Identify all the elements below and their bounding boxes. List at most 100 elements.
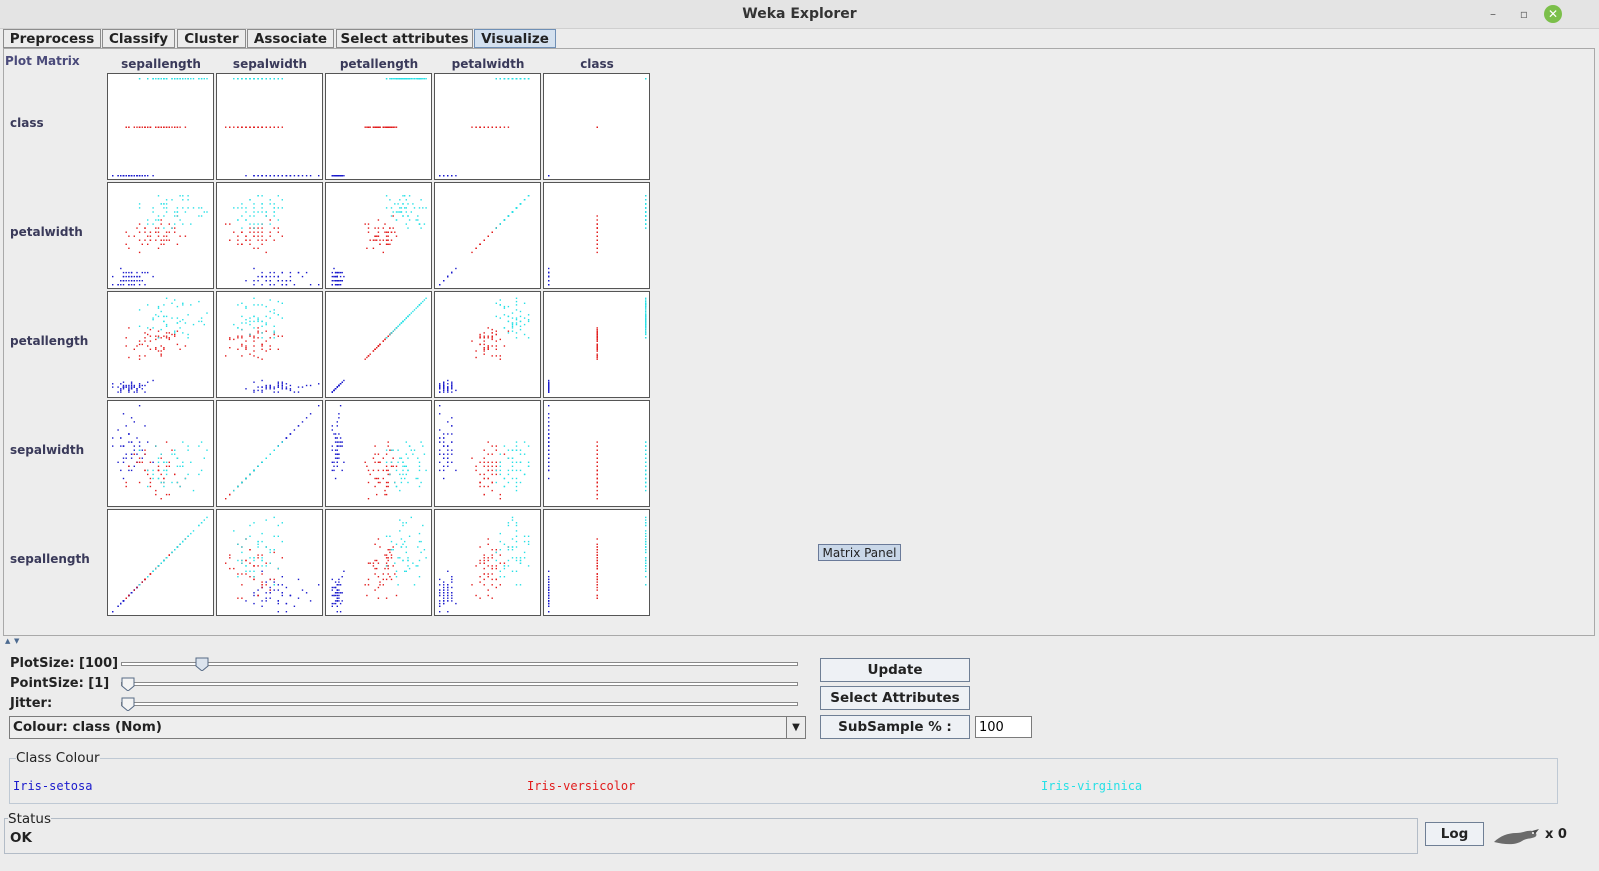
plot-point [147,304,149,306]
scatter-cell-sepalwidth-vs-petalwidth[interactable] [434,400,541,507]
plot-point [149,328,152,331]
chevron-down-icon[interactable]: ▼ [789,716,803,739]
splitter-bar[interactable] [0,637,1599,645]
scatter-cell-petallength-vs-petalwidth[interactable] [434,291,541,398]
plot-point [499,540,501,543]
plot-point [405,570,407,572]
scatter-cell-petalwidth-vs-petallength[interactable] [325,182,432,289]
close-icon[interactable]: ✕ [1544,5,1562,23]
plot-point [200,469,203,472]
scatter-cell-class-vs-sepalwidth[interactable] [216,73,323,180]
point-size-slider-thumb[interactable] [121,677,135,691]
plot-point [417,546,419,548]
scatter-cell-class-vs-class[interactable] [543,73,650,180]
scatter-cell-class-vs-petalwidth[interactable] [434,73,541,180]
log-button[interactable]: Log [1425,822,1484,846]
plot-point [405,223,407,225]
update-button[interactable]: Update [820,658,970,682]
plot-point [187,78,189,80]
plot-point [389,78,391,80]
plot-point [397,325,399,327]
jitter-slider-thumb[interactable] [121,697,135,711]
scatter-cell-petallength-vs-sepalwidth[interactable] [216,291,323,398]
plot-point [395,485,398,488]
legend-iris-virginica[interactable]: Iris-virginica [1041,779,1142,793]
tab-preprocess[interactable]: Preprocess [3,29,101,48]
plot-point [273,271,275,274]
plot-point [495,227,497,229]
plot-point [133,384,135,387]
legend-iris-setosa[interactable]: Iris-setosa [13,779,92,793]
plot-point [596,554,598,556]
plot-point [451,586,453,589]
plot-point [479,461,481,463]
plot-size-slider-thumb[interactable] [195,657,209,671]
plot-point [392,78,394,80]
splitter-down-icon[interactable]: ▼ [14,637,19,645]
point-size-slider[interactable] [121,682,798,686]
tab-associate[interactable]: Associate [247,29,334,48]
plot-point [253,335,255,337]
plot-point [249,231,251,233]
plot-point [405,317,407,319]
plot-point [423,78,426,80]
plot-size-slider[interactable] [121,662,798,666]
scatter-cell-sepallength-vs-petalwidth[interactable] [434,509,541,616]
scatter-cell-sepalwidth-vs-class[interactable] [543,400,650,507]
scatter-cell-sepallength-vs-sepallength[interactable] [107,509,214,616]
scatter-cell-petalwidth-vs-sepalwidth[interactable] [216,182,323,289]
plot-point [338,441,340,443]
plot-point [645,312,647,314]
scatter-cell-sepallength-vs-petallength[interactable] [325,509,432,616]
scatter-cell-petalwidth-vs-class[interactable] [543,182,650,289]
scatter-cell-sepalwidth-vs-sepalwidth[interactable] [216,400,323,507]
scatter-cell-petallength-vs-class[interactable] [543,291,650,398]
scatter-cell-class-vs-petallength[interactable] [325,73,432,180]
plot-point [515,337,518,339]
plot-point [439,469,441,472]
plot-point [548,469,550,472]
plot-point [377,538,380,540]
plot-point [515,540,518,543]
scatter-cell-petallength-vs-sepallength[interactable] [107,291,214,398]
plot-point [152,275,154,278]
legend-iris-versicolor[interactable]: Iris-versicolor [527,779,635,793]
plot-point [408,445,411,447]
plot-point [596,493,598,496]
subsample-button[interactable]: SubSample % : [820,715,970,739]
jitter-slider[interactable] [121,702,798,706]
scatter-cell-petalwidth-vs-petalwidth[interactable] [434,182,541,289]
plot-point [376,347,378,349]
plot-point [548,175,550,177]
plot-point [157,457,160,459]
maximize-icon[interactable]: ▫ [1515,5,1533,23]
scatter-cell-sepallength-vs-class[interactable] [543,509,650,616]
matrix-panel-button[interactable]: Matrix Panel [818,544,901,561]
scatter-cell-class-vs-sepallength[interactable] [107,73,214,180]
subsample-percent-input[interactable] [975,716,1032,738]
tab-visualize[interactable]: Visualize [474,29,556,48]
plot-point [179,235,181,237]
plot-point [338,581,340,583]
plot-point [495,126,497,128]
splitter-up-icon[interactable]: ▲ [5,637,10,645]
plot-point [511,570,514,572]
plot-point [277,335,279,337]
weka-bird-icon[interactable] [1492,824,1540,848]
select-attributes-button[interactable]: Select Attributes [820,686,970,710]
plot-point [122,284,125,286]
minimize-icon[interactable]: – [1484,5,1502,23]
plot-point [338,453,340,455]
plot-point [249,223,251,225]
plot-point [130,386,133,388]
plot-point [495,340,497,342]
scatter-cell-sepalwidth-vs-petallength[interactable] [325,400,432,507]
scatter-cell-sepallength-vs-sepalwidth[interactable] [216,509,323,616]
scatter-cell-petalwidth-vs-sepallength[interactable] [107,182,214,289]
tab-classify[interactable]: Classify [102,29,175,48]
tab-select-attributes[interactable]: Select attributes [336,29,473,48]
tab-cluster[interactable]: Cluster [177,29,246,48]
scatter-cell-sepalwidth-vs-sepallength[interactable] [107,400,214,507]
scatter-cell-petallength-vs-petallength[interactable] [325,291,432,398]
plot-point [269,345,271,347]
